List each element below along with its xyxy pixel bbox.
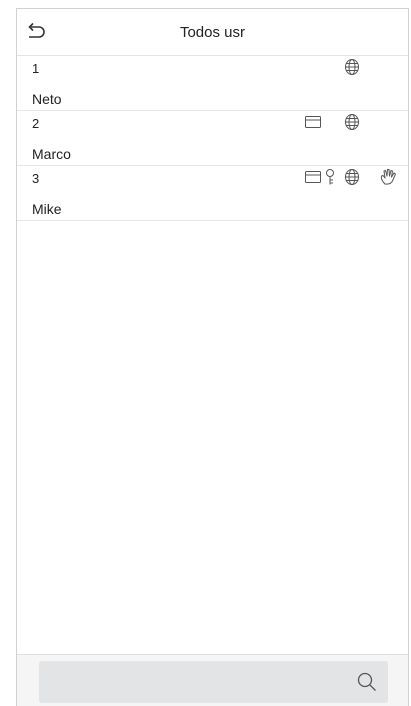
card-icon (304, 168, 324, 186)
card-icon (304, 113, 324, 131)
page-title: Todos usr (179, 24, 246, 41)
face-icon (343, 168, 363, 186)
search-input[interactable] (39, 661, 388, 703)
user-id: 2 (32, 116, 40, 131)
user-id: 1 (32, 61, 40, 76)
face-icon (343, 113, 363, 131)
face-icon (343, 58, 363, 76)
user-row[interactable]: 1 Neto (17, 56, 408, 111)
user-id: 3 (32, 171, 40, 186)
user-name: Mike (32, 201, 62, 217)
user-name: Marco (32, 146, 71, 162)
user-row[interactable]: 2 Marco (17, 111, 408, 166)
password-key-icon (323, 168, 337, 186)
search-bar (17, 654, 408, 706)
header-bar: Todos usr (17, 9, 408, 56)
user-row[interactable]: 3 Mike (17, 166, 408, 221)
search-icon[interactable] (356, 671, 378, 693)
palm-icon (379, 168, 399, 186)
user-name: Neto (32, 91, 62, 107)
app-frame: Todos usr 1 Neto 2 Marco 3 Mike (16, 8, 409, 706)
